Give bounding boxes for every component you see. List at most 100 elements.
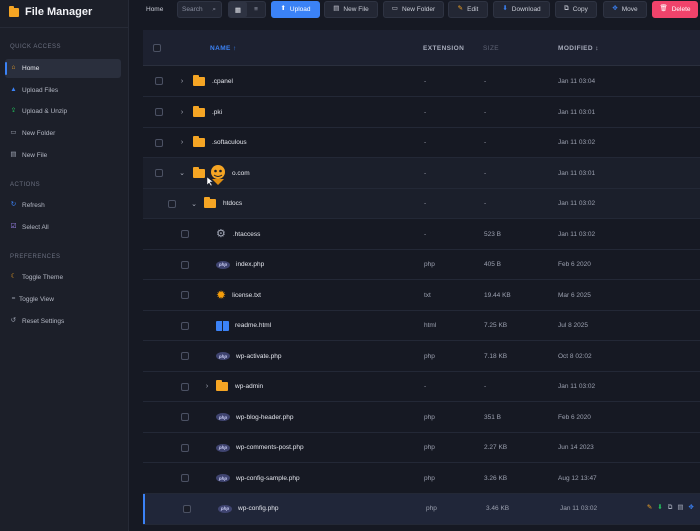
- table-row-selected[interactable]: php wp-config.php php 3.46 KB Jan 11 03:0…: [143, 493, 700, 525]
- row-name-cell[interactable]: ✹ license.txt: [216, 280, 261, 310]
- row-checkbox-cell[interactable]: [181, 250, 189, 280]
- table-row[interactable]: php wp-config-sample.php php 3.26 KB Aug …: [143, 463, 700, 494]
- table-row[interactable]: ⚙ .htaccess - 523 B Jan 11 03:02: [143, 219, 700, 250]
- row-checkbox[interactable]: [183, 504, 191, 513]
- move-icon[interactable]: ✥: [689, 505, 694, 512]
- row-checkbox[interactable]: [181, 230, 189, 238]
- table-row[interactable]: › .softaculous - - Jan 11 03:02: [143, 128, 700, 158]
- row-name-cell[interactable]: php wp-config-sample.php: [216, 463, 300, 493]
- row-name-cell[interactable]: .softaculous: [193, 128, 247, 158]
- row-name-cell[interactable]: .cpanel: [193, 66, 233, 96]
- row-chevron[interactable]: ⌄: [178, 158, 186, 188]
- sidebar-item-upload-files[interactable]: ▲ Upload Files: [5, 81, 121, 100]
- sidebar-item-new-file[interactable]: ▤ New File: [5, 146, 121, 165]
- row-checkbox-cell[interactable]: [155, 66, 163, 96]
- row-checkbox[interactable]: [155, 169, 163, 177]
- column-header-size[interactable]: SIZE: [483, 30, 499, 66]
- sidebar-item-toggle-view[interactable]: = Toggle View: [5, 290, 121, 309]
- copy-button[interactable]: ⧉ Copy: [555, 1, 597, 18]
- grid-view-icon[interactable]: ▦: [229, 2, 247, 17]
- chevron-right-icon[interactable]: ›: [178, 78, 186, 85]
- row-checkbox-cell[interactable]: [168, 189, 176, 219]
- table-row[interactable]: php wp-blog-header.php php 351 B Feb 6 20…: [143, 402, 700, 433]
- row-chevron[interactable]: ⌄: [190, 189, 198, 219]
- sidebar-item-refresh[interactable]: ↻ Refresh: [5, 196, 121, 215]
- table-row[interactable]: ⌄ htdocs - - Jan 11 03:02: [143, 188, 700, 219]
- row-checkbox[interactable]: [155, 138, 163, 147]
- download-button[interactable]: ⬇ Download: [493, 1, 550, 18]
- sidebar-item-toggle-theme[interactable]: ☾ Toggle Theme: [5, 268, 121, 287]
- row-checkbox[interactable]: [181, 413, 189, 421]
- search-input[interactable]: [182, 6, 210, 13]
- row-chevron[interactable]: ›: [178, 128, 186, 158]
- row-checkbox-cell[interactable]: [155, 128, 163, 158]
- row-checkbox[interactable]: [181, 382, 189, 391]
- row-checkbox-cell[interactable]: [181, 341, 189, 371]
- home-button[interactable]: Home: [139, 1, 170, 18]
- row-checkbox[interactable]: [168, 199, 176, 208]
- chevron-down-icon[interactable]: ⌄: [178, 169, 186, 177]
- table-row[interactable]: php index.php php 405 B Feb 6 2020: [143, 250, 700, 280]
- row-checkbox-cell[interactable]: [183, 494, 191, 524]
- row-name-cell[interactable]: wp-admin: [216, 372, 263, 402]
- list-view-icon[interactable]: ≡: [247, 2, 265, 17]
- row-name-cell[interactable]: php wp-activate.php: [216, 341, 282, 371]
- sidebar-item-select-all[interactable]: ☑ Select All: [5, 218, 121, 237]
- row-checkbox[interactable]: [181, 474, 189, 482]
- new-file-button[interactable]: ▤ New File: [324, 1, 378, 18]
- row-chevron[interactable]: ›: [203, 372, 211, 402]
- table-row[interactable]: php wp-activate.php php 7.18 KB Oct 8 02:…: [143, 341, 700, 372]
- row-checkbox-cell[interactable]: [181, 311, 189, 341]
- row-checkbox-cell[interactable]: [181, 433, 189, 463]
- row-checkbox-cell[interactable]: [181, 372, 189, 402]
- row-checkbox[interactable]: [181, 443, 189, 452]
- download-icon[interactable]: ⬇: [657, 505, 662, 512]
- sidebar-item-upload-unzip[interactable]: ⇪ Upload & Unzip: [5, 102, 121, 121]
- row-checkbox[interactable]: [155, 108, 163, 116]
- row-checkbox[interactable]: [155, 77, 163, 85]
- move-button[interactable]: ✥ Move: [603, 1, 647, 18]
- view-toggle[interactable]: ▦ ≡: [228, 1, 266, 18]
- sidebar-item-reset-settings[interactable]: ↺ Reset Settings: [5, 312, 121, 331]
- row-name-cell[interactable]: php wp-comments-post.php: [216, 433, 304, 463]
- row-checkbox-cell[interactable]: [155, 158, 163, 188]
- row-checkbox[interactable]: [181, 321, 189, 330]
- column-header-extension[interactable]: EXTENSION: [423, 30, 464, 66]
- table-row[interactable]: › wp-admin - - Jan 11 03:02: [143, 372, 700, 402]
- column-header-modified[interactable]: MODIFIED ↕: [558, 30, 599, 66]
- edit-icon[interactable]: ✎: [647, 505, 652, 512]
- row-name-cell[interactable]: php wp-config.php: [218, 494, 278, 524]
- new-folder-button[interactable]: ▭ New Folder: [383, 1, 444, 18]
- chevron-right-icon[interactable]: ›: [178, 139, 186, 146]
- row-name-cell[interactable]: htdocs: [204, 189, 242, 219]
- row-checkbox-cell[interactable]: [155, 97, 163, 127]
- sidebar-item-new-folder[interactable]: ▭ New Folder: [5, 124, 121, 143]
- column-header-name[interactable]: NAME ↑: [210, 30, 237, 66]
- select-all-checkbox-cell[interactable]: [153, 30, 161, 66]
- row-checkbox-cell[interactable]: [181, 402, 189, 432]
- duplicate-icon[interactable]: ▤: [677, 505, 683, 512]
- row-chevron[interactable]: ›: [178, 66, 186, 96]
- table-row[interactable]: php wp-comments-post.php php 2.27 KB Jun …: [143, 433, 700, 463]
- row-checkbox-cell[interactable]: [181, 280, 189, 310]
- row-checkbox-cell[interactable]: [181, 463, 189, 493]
- row-name-cell[interactable]: php index.php: [216, 250, 264, 280]
- row-checkbox[interactable]: [181, 352, 189, 360]
- row-chevron[interactable]: ›: [178, 97, 186, 127]
- row-name-cell[interactable]: .pki: [193, 97, 222, 127]
- upload-button[interactable]: ⬆ Upload: [271, 1, 320, 18]
- row-checkbox-cell[interactable]: [181, 219, 189, 249]
- table-row[interactable]: › .pki - - Jan 11 03:01: [143, 97, 700, 128]
- sidebar-item-home[interactable]: ⌂ Home: [5, 59, 121, 78]
- delete-button[interactable]: 🗑 Delete: [652, 1, 698, 18]
- chevron-right-icon[interactable]: ›: [203, 383, 211, 390]
- row-name-cell[interactable]: php wp-blog-header.php: [216, 402, 293, 432]
- row-name-cell[interactable]: ⚙ .htaccess: [216, 219, 260, 249]
- row-checkbox[interactable]: [181, 291, 189, 299]
- table-row[interactable]: ✹ license.txt txt 19.44 KB Mar 6 2025: [143, 280, 700, 311]
- row-checkbox[interactable]: [181, 260, 189, 269]
- edit-button[interactable]: ✎ Edit: [448, 1, 488, 18]
- row-name-cell[interactable]: readme.html: [216, 311, 271, 341]
- table-row[interactable]: readme.html html 7.25 KB Jul 8 2025: [143, 311, 700, 341]
- select-all-checkbox[interactable]: [153, 44, 161, 52]
